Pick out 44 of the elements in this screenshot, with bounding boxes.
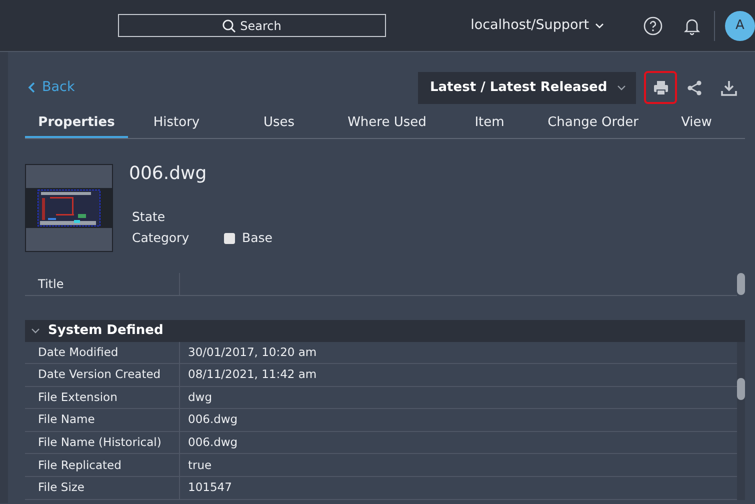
tab[interactable]: Uses — [225, 110, 333, 138]
avatar[interactable]: A — [725, 10, 755, 40]
property-name: File Replicated — [25, 454, 180, 476]
back-link[interactable]: Back — [28, 77, 75, 98]
scrollbar-thumb[interactable] — [737, 378, 745, 400]
property-value: 30/01/2017, 10:20 am — [187, 344, 317, 361]
tab[interactable]: Where Used — [333, 110, 441, 138]
property-name: File Name — [25, 409, 180, 431]
field-value: Base — [242, 228, 272, 247]
print-button[interactable] — [644, 71, 677, 104]
print-icon — [652, 78, 670, 96]
property-name: Date Version Created — [25, 364, 180, 386]
tab[interactable]: Properties — [25, 110, 128, 138]
tab[interactable]: Item — [441, 110, 538, 138]
search-field[interactable]: Search — [118, 14, 386, 37]
section-title: System Defined — [48, 322, 164, 340]
file-title: 006.dwg — [129, 164, 208, 182]
property-value: 006.dwg — [187, 434, 238, 452]
help-icon[interactable] — [643, 16, 664, 36]
field-label: Category — [132, 228, 190, 247]
chevron-left-icon — [28, 82, 35, 93]
search-icon — [222, 18, 236, 32]
property-name: File Extension — [25, 386, 180, 408]
field-label: State — [132, 208, 166, 226]
property-name: Date Modified — [25, 342, 180, 364]
chevron-down-icon — [617, 84, 626, 90]
chevron-down-icon — [595, 22, 604, 28]
download-icon — [720, 78, 738, 96]
chevron-down-icon[interactable] — [31, 328, 40, 334]
scrollbar-thumb[interactable] — [737, 272, 745, 294]
property-name: File Size — [25, 477, 180, 499]
tenant-dropdown[interactable]: localhost/Support — [464, 14, 610, 37]
tab[interactable]: View — [648, 110, 745, 138]
property-value: true — [187, 456, 212, 474]
tab[interactable]: History — [128, 110, 225, 138]
property-value: 006.dwg — [187, 411, 238, 428]
property-name: Title — [25, 272, 180, 294]
tab[interactable]: Change Order — [538, 110, 648, 138]
share-icon — [686, 78, 704, 96]
property-name: File Name (Historical) — [25, 432, 180, 454]
property-value: 08/11/2021, 11:42 am — [187, 366, 317, 384]
version-dropdown[interactable]: Latest / Latest Released — [418, 72, 636, 104]
property-value: dwg — [187, 388, 212, 406]
property-value: 101547 — [187, 479, 232, 496]
